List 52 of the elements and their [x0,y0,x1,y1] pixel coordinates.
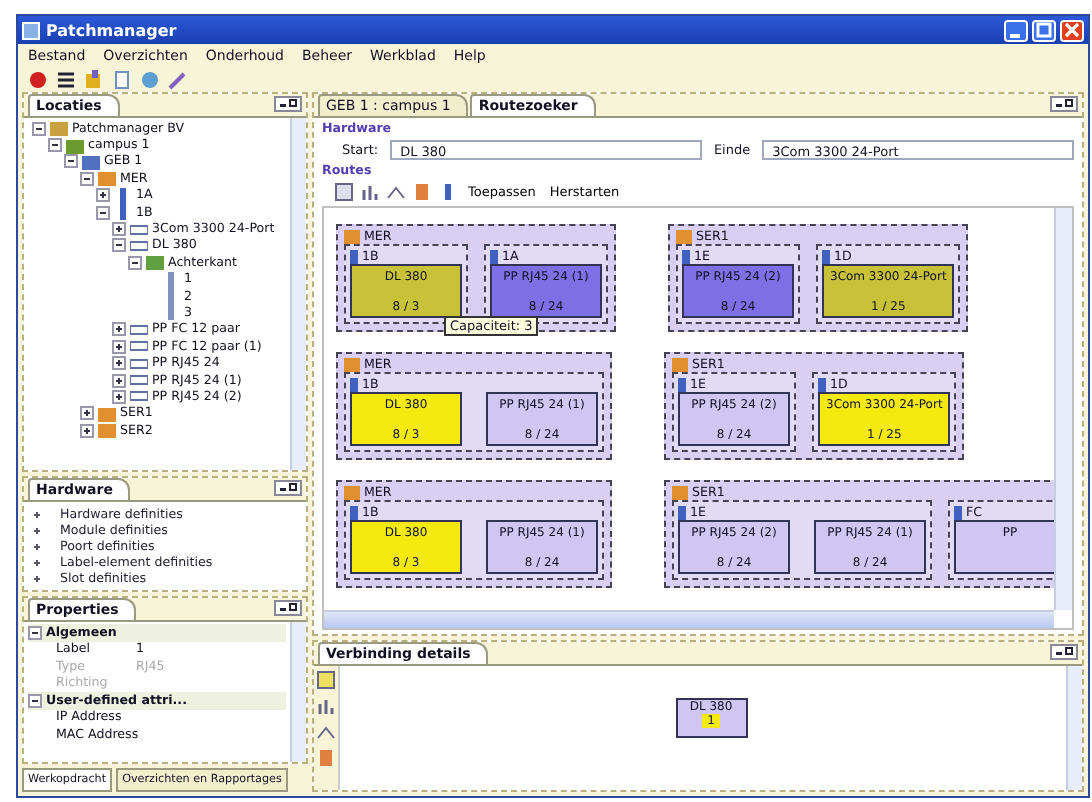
minimize-icon[interactable] [1050,644,1078,660]
minimize-icon[interactable] [274,600,302,616]
scrollbar[interactable] [290,118,306,470]
scrollbar[interactable] [324,610,1054,628]
diagram-icon[interactable] [316,670,336,690]
expander-icon[interactable] [96,205,110,220]
expander-icon[interactable] [112,339,126,354]
minimize-icon[interactable] [274,480,302,496]
expander-icon[interactable] [30,507,44,521]
maximize-icon [1036,22,1052,38]
expander-icon[interactable] [28,693,42,708]
expander-icon[interactable] [30,555,44,569]
expander-icon[interactable] [112,222,126,237]
expander-icon[interactable] [112,389,126,404]
folder-icon [676,229,692,243]
expander-icon[interactable] [80,423,94,438]
folder-icon [672,357,688,371]
expander-icon[interactable] [48,138,62,153]
expander-icon[interactable] [30,523,44,537]
expander-icon[interactable] [128,255,142,270]
list-icon[interactable] [56,69,76,89]
window-title: Patchmanager [46,21,179,39]
record-icon[interactable] [28,69,48,89]
close-icon [1064,22,1080,38]
folder-icon [672,485,688,499]
expander-icon[interactable] [112,373,126,388]
maximize-button[interactable] [1032,19,1056,41]
close-button[interactable] [1060,19,1084,41]
document-icon[interactable] [112,69,132,89]
minimize-button[interactable] [1004,19,1028,41]
expander-icon[interactable] [80,171,94,186]
expander-icon[interactable] [112,356,126,371]
expander-icon[interactable] [30,571,44,585]
minimize-icon[interactable] [274,96,302,112]
expander-icon[interactable] [30,539,44,553]
scrollbar[interactable] [290,622,306,762]
diagram-icon[interactable] [334,182,354,202]
expander-icon[interactable] [112,322,126,337]
expander-icon[interactable] [28,625,42,640]
folder-icon [344,485,360,499]
scrollbar[interactable] [1054,208,1072,610]
expander-icon[interactable] [96,188,110,203]
expander-icon[interactable] [32,121,46,136]
expander-icon[interactable] [64,154,78,169]
folder-icon [344,357,360,371]
minimize-icon[interactable] [1050,96,1078,112]
scrollbar[interactable] [1066,666,1082,790]
folder-icon [344,229,360,243]
expander-icon[interactable] [112,238,126,253]
app-icon [22,21,40,39]
expander-icon[interactable] [80,406,94,421]
folder-icon [146,254,164,271]
